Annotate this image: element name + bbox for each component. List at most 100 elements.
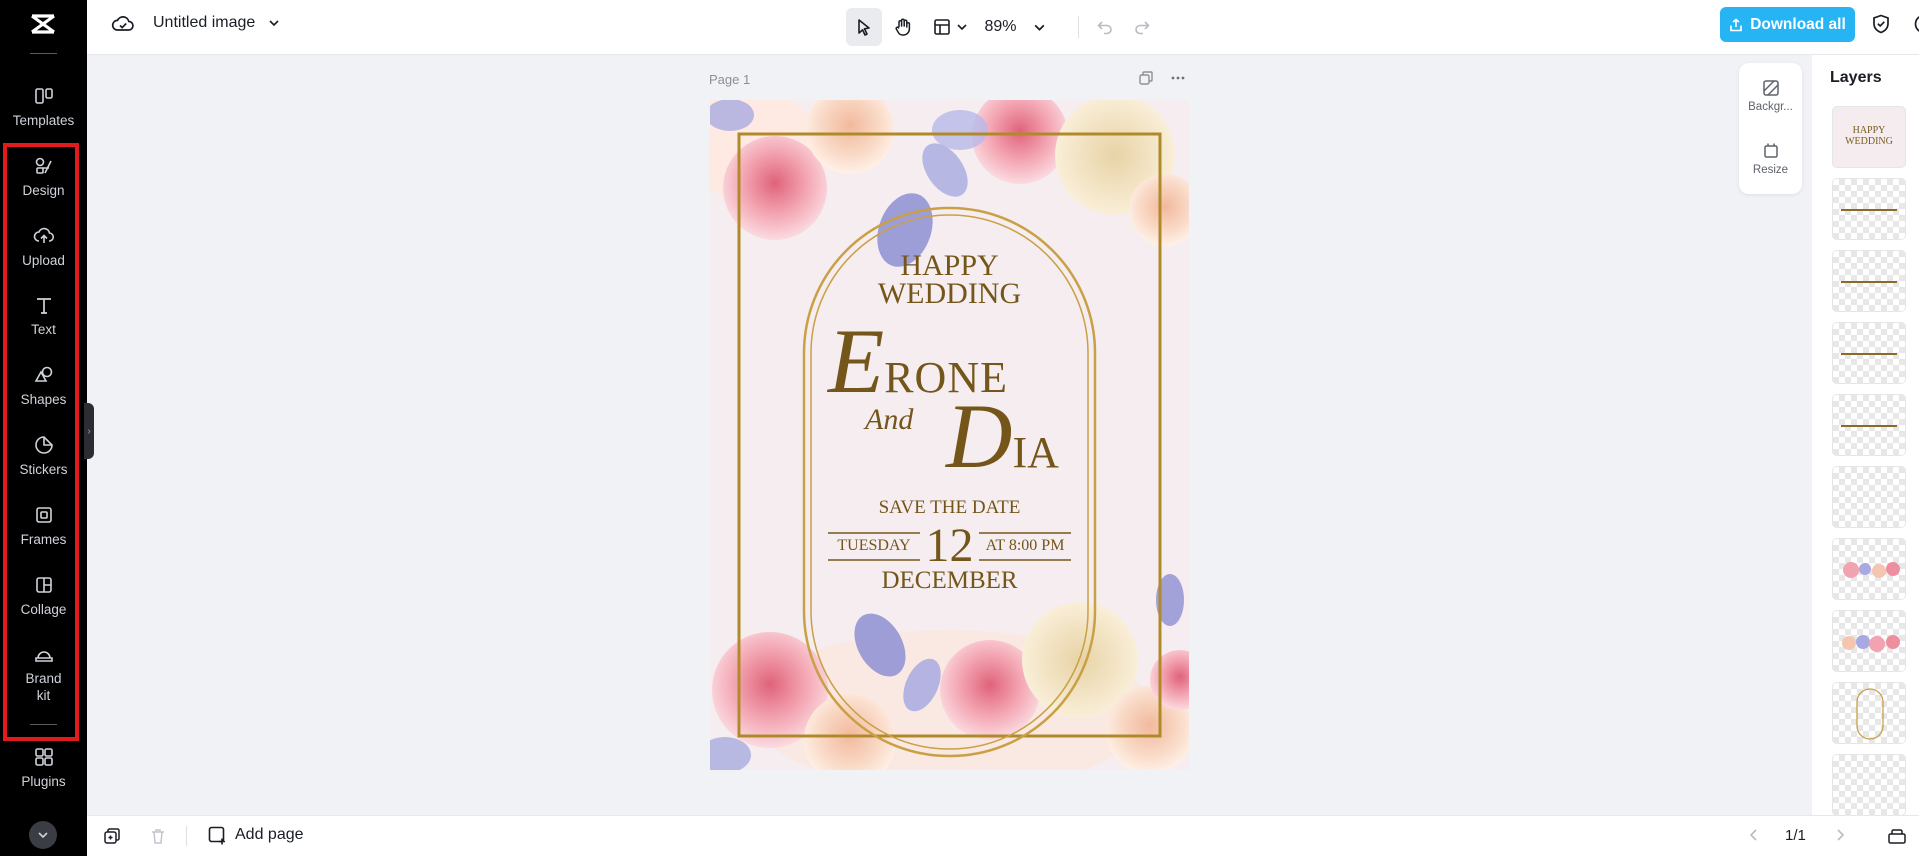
sidebar-item-label: Design (22, 183, 65, 198)
sidebar-item-label: Plugins (21, 774, 66, 789)
duplicate-page-button[interactable] (103, 827, 121, 850)
next-page-button[interactable] (1833, 828, 1847, 847)
add-page-icon (208, 826, 225, 845)
download-all-label: Download all (1750, 15, 1846, 33)
layer-thumb-line[interactable] (1832, 250, 1906, 312)
layer-thumb-line-preview (1841, 353, 1897, 355)
resize-icon (1763, 143, 1778, 158)
sidebar-item-label: Brand kit (25, 671, 62, 703)
document-title[interactable]: Untitled image (153, 14, 281, 32)
chevron-down-icon (957, 24, 967, 31)
layer-thumb-arch[interactable] (1832, 682, 1906, 744)
layer-thumb-empty[interactable] (1832, 754, 1906, 816)
sidebar-item-plugins[interactable]: Plugins (0, 746, 87, 790)
sidebar-item-upload[interactable]: Upload (0, 225, 87, 269)
design-canvas-page[interactable]: HAPPY WEDDING ERONE And DIA SAVE THE DAT… (710, 100, 1189, 770)
frames-icon (35, 507, 52, 523)
layer-thumb-line-preview (1841, 281, 1897, 283)
undo-button[interactable] (1090, 8, 1120, 46)
sidebar-item-templates[interactable]: Templates (0, 85, 87, 129)
duplicate-page-icon[interactable] (1138, 70, 1154, 91)
invitation-heading-happy: HAPPY (900, 249, 999, 282)
resize-button[interactable]: Resize (1739, 142, 1802, 176)
collage-icon (35, 577, 52, 593)
add-duplicate-icon (104, 828, 120, 844)
layer-thumb-line[interactable] (1832, 322, 1906, 384)
account-menu-button[interactable] (29, 821, 57, 849)
day-text: TUESDAY (837, 537, 911, 554)
add-page-button[interactable]: Add page (207, 825, 304, 845)
redo-button[interactable] (1127, 8, 1157, 46)
sidebar-item-collage[interactable]: Collage (0, 574, 87, 618)
sidebar-item-label: Upload (22, 253, 65, 268)
document-title-text: Untitled image (153, 14, 256, 31)
chevron-down-icon (38, 832, 48, 839)
layer-thumb-flowers[interactable] (1832, 538, 1906, 600)
layer-thumb-line[interactable] (1832, 178, 1906, 240)
layer-thumb-text[interactable]: HAPPY WEDDING (1832, 106, 1906, 168)
capcut-logo-icon[interactable] (27, 10, 59, 38)
sidebar-item-shapes[interactable]: Shapes (0, 364, 87, 408)
chevron-right-icon (1837, 829, 1845, 841)
chevron-down-icon (269, 20, 279, 27)
trash-icon (152, 829, 164, 844)
layer-thumb-line[interactable] (1832, 394, 1906, 456)
more-options-icon[interactable] (1170, 70, 1186, 91)
page-counter: 1/1 (1785, 827, 1806, 844)
sidebar-item-brand-kit[interactable]: Brand kit (0, 643, 87, 704)
save-the-date-text: SAVE THE DATE (878, 497, 1021, 518)
arch-preview (1856, 688, 1884, 740)
upload-icon (33, 227, 54, 243)
layout-menu-button[interactable] (927, 8, 973, 46)
layer-thumb-empty[interactable] (1832, 466, 1906, 528)
sidebar-item-frames[interactable]: Frames (0, 504, 87, 548)
sidebar-item-label: Collage (20, 602, 67, 617)
layer-thumb-flowers[interactable] (1832, 610, 1906, 672)
layer-thumb-line-preview (1841, 209, 1897, 211)
chevron-down-icon (1034, 24, 1044, 31)
shield-check-icon[interactable] (1870, 13, 1892, 35)
flowers-preview (1842, 635, 1900, 652)
month-text: DECEMBER (881, 567, 1018, 594)
cloud-save-icon[interactable] (111, 13, 135, 35)
invitation-heading-wedding: WEDDING (877, 277, 1022, 310)
zoom-dropdown[interactable]: 89% (980, 8, 1050, 46)
previous-page-button[interactable] (1747, 828, 1761, 847)
help-icon[interactable] (1913, 13, 1919, 35)
download-all-button[interactable]: Download all (1720, 7, 1855, 42)
layer-thumb-line-preview (1841, 425, 1897, 427)
hand-tool-button[interactable] (886, 8, 920, 46)
chevron-left-icon (1749, 829, 1757, 841)
sidebar-item-text[interactable]: Text (0, 294, 87, 338)
sidebar-divider (30, 724, 57, 725)
layers-panel: Layers HAPPY WEDDING (1812, 55, 1919, 816)
bride-name-initial: E (828, 310, 885, 412)
layer-thumb-label: HAPPY WEDDING (1833, 125, 1905, 147)
stickers-icon (34, 436, 53, 454)
canvas-quick-panel: Backgr... Resize (1739, 63, 1802, 194)
delete-page-button[interactable] (149, 827, 167, 850)
layout-icon (934, 19, 950, 35)
page-manager-button[interactable] (1887, 827, 1907, 850)
chevron-right-icon: › (87, 425, 91, 437)
select-tool-button[interactable] (846, 8, 882, 46)
plugins-icon (34, 748, 53, 766)
toolbar-divider (1078, 16, 1079, 38)
bottom-bar: Add page 1/1 (87, 815, 1919, 856)
and-script: And (865, 403, 914, 436)
left-sidebar: Templates Design Upload Text Shapes Stic… (0, 0, 87, 856)
undo-icon (1097, 21, 1112, 35)
background-button[interactable]: Backgr... (1739, 79, 1802, 113)
panel-expand-handle[interactable]: › (84, 403, 94, 459)
background-label: Backgr... (1748, 101, 1793, 113)
sidebar-divider (30, 53, 57, 54)
brand-kit-icon (34, 651, 53, 662)
sidebar-item-label: Templates (12, 113, 75, 128)
bottom-divider (186, 826, 187, 846)
sidebar-item-design[interactable]: Design (0, 155, 87, 199)
layers-title: Layers (1830, 69, 1882, 86)
sidebar-item-label: Stickers (19, 462, 68, 477)
resize-label: Resize (1752, 164, 1789, 176)
redo-icon (1135, 21, 1150, 35)
sidebar-item-stickers[interactable]: Stickers (0, 434, 87, 478)
